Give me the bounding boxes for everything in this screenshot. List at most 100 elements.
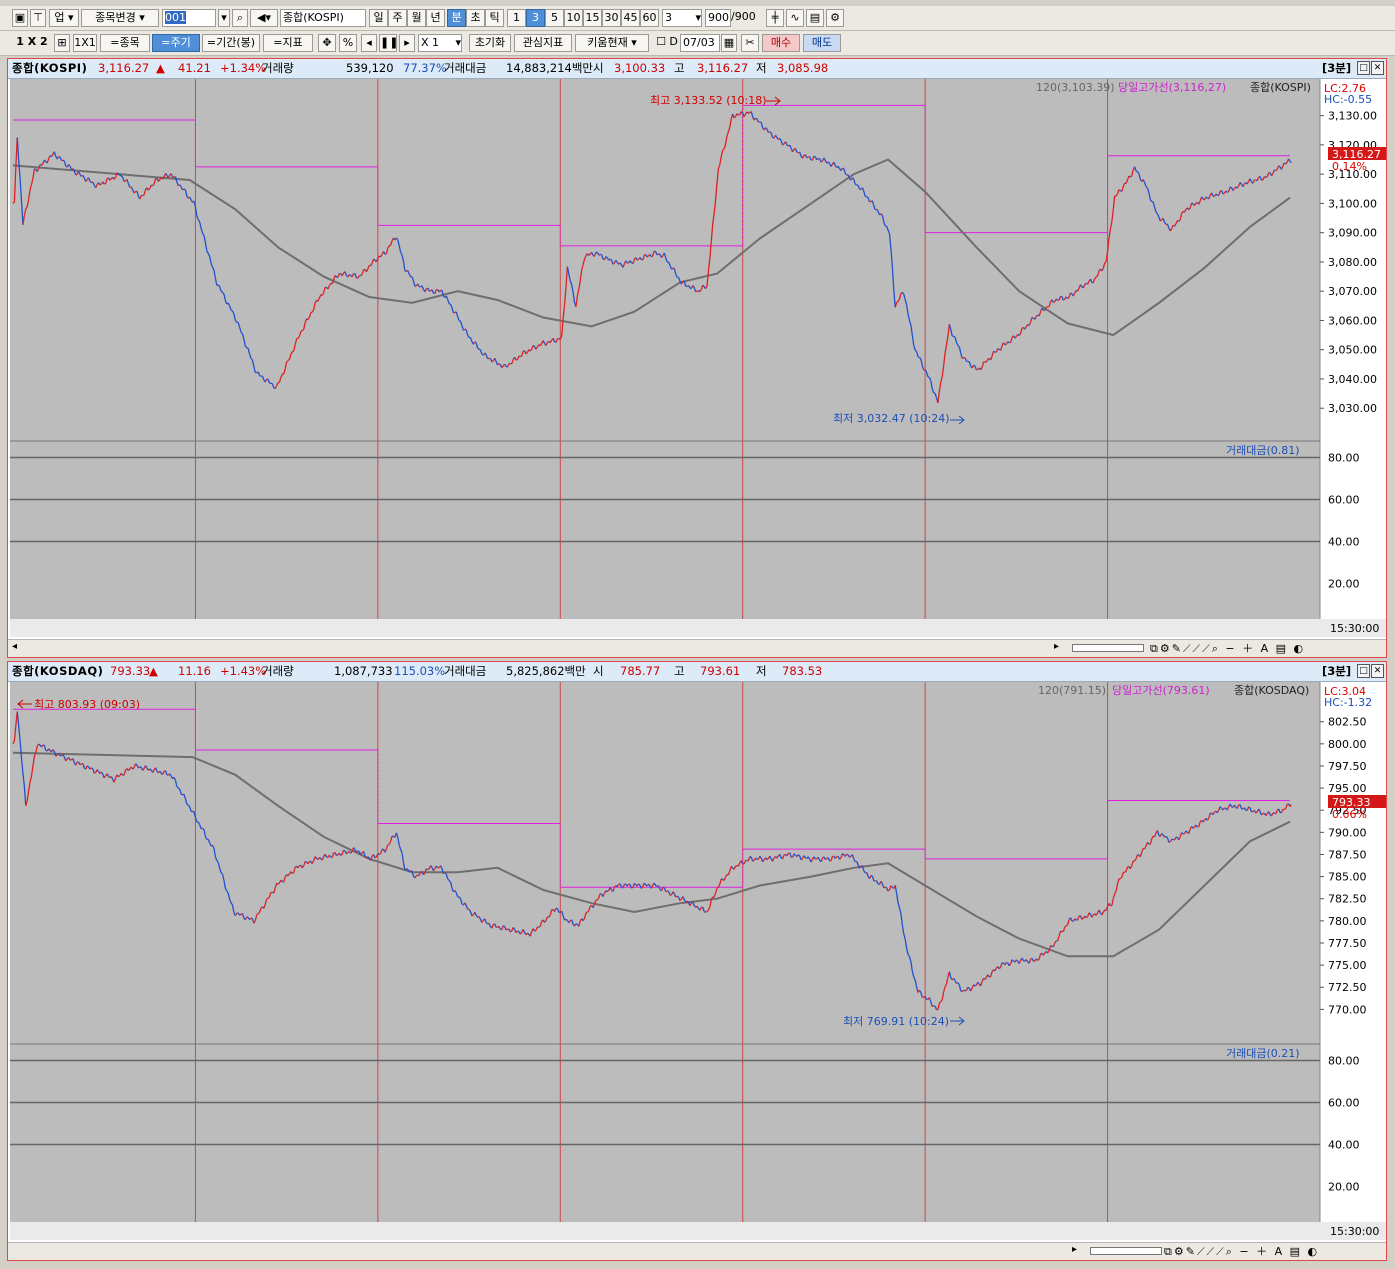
y-axis-tick-label: 3,130.00 (1328, 110, 1377, 123)
kospi-low: 3,085.98 (777, 61, 829, 75)
kospi-scroll-bar[interactable]: ◂ ▸ ⧉⚙✎⟋⟋⟋⌕ − ＋ A ▤ ◐ (8, 639, 1386, 657)
kiwoom-current-select[interactable]: 키움현재 ▾ (575, 34, 649, 52)
reset-button[interactable]: 초기화 (469, 34, 511, 52)
price-segment (870, 874, 873, 877)
kospi-legend-name: 종합(KOSPI) (1250, 81, 1311, 94)
search-icon[interactable]: ⌕ (232, 9, 248, 27)
kosdaq-chart-area[interactable]: 802.50800.00797.50795.00792.50790.00787.… (10, 682, 1386, 1240)
candle-icon[interactable]: ╪ (766, 9, 784, 27)
pin-icon[interactable]: ⊤ (30, 9, 46, 27)
tools-icon[interactable]: ✂ (741, 34, 759, 52)
buy-button[interactable]: 매수 (762, 34, 800, 52)
bar-count-input[interactable]: 900 (705, 9, 731, 27)
kospi-chart-panel: 종합(KOSPI) 3,116.27 ▲ 41.21 +1.34% 거래량 53… (7, 58, 1387, 658)
minute-45-button[interactable]: 45 (621, 9, 640, 27)
price-segment (1001, 962, 1004, 964)
price-segment (1137, 854, 1140, 856)
kosdaq-drawing-tools-icon[interactable]: ⧉⚙✎⟋⟋⟋⌕ − ＋ A ▤ ◐ (1164, 1243, 1319, 1259)
price-segment (631, 886, 634, 889)
price-segment (1067, 296, 1070, 299)
stock-change-select[interactable]: 종목변경 ▾ (81, 9, 159, 27)
price-segment (1004, 343, 1007, 346)
kospi-drawing-tools-icon[interactable]: ⧉⚙✎⟋⟋⟋⌕ − ＋ A ▤ ◐ (1150, 640, 1305, 656)
kospi-sub-legend: 거래대금(0.81) (1226, 444, 1300, 457)
minute-10-button[interactable]: 10 (564, 9, 583, 27)
tab-year[interactable]: 년 (426, 9, 445, 27)
minute-select[interactable]: 3 ▾ (662, 9, 702, 27)
code-dropdown-icon[interactable]: ▾ (218, 9, 230, 27)
tab-week[interactable]: 주 (388, 9, 407, 27)
price-segment (1124, 870, 1127, 873)
sub-axis-tick-label: 60.00 (1328, 494, 1360, 507)
kosdaq-scroll-right-icon[interactable]: ▸ (1072, 1244, 1077, 1255)
y-axis-tick-label: 3,040.00 (1328, 373, 1377, 386)
kosdaq-volume-pct: 115.03% (394, 664, 446, 678)
crosshair-icon[interactable]: ✥ (318, 34, 336, 52)
date-checkbox[interactable]: ☐ D (654, 34, 680, 52)
minute-3-button[interactable]: 3 (526, 9, 545, 27)
kosdaq-legend-high-line: 당일고가선(793.61) (1112, 683, 1210, 697)
indicator-sync-button[interactable]: =지표 (263, 34, 313, 52)
gear-icon[interactable]: ⚙ (826, 9, 844, 27)
tab-second[interactable]: 초 (466, 9, 485, 27)
price-segment (1135, 170, 1138, 173)
calendar-icon[interactable]: ▦ (721, 34, 737, 52)
sell-button[interactable]: 매도 (803, 34, 841, 52)
price-segment (997, 348, 1000, 350)
layout-label[interactable]: 1 X 2 (12, 34, 52, 52)
tab-month[interactable]: 월 (407, 9, 426, 27)
price-segment (1053, 301, 1056, 304)
kospi-plot-background (10, 79, 1320, 619)
price-segment (1031, 316, 1034, 319)
kospi-maximize-icon[interactable]: □ (1357, 61, 1370, 75)
save-icon[interactable]: ▤ (806, 9, 824, 27)
price-segment (658, 253, 661, 256)
price-segment (1055, 298, 1059, 301)
minute-30-button[interactable]: 30 (602, 9, 621, 27)
kosdaq-sub-legend: 거래대금(0.21) (1226, 1047, 1300, 1060)
grid-layout-icon[interactable]: ⊞ (54, 34, 70, 52)
period-sync-button[interactable]: =주기 (152, 34, 200, 52)
market-select[interactable]: 업 ▾ (49, 9, 79, 27)
date-input[interactable]: 07/03 (680, 34, 720, 52)
range-sync-button[interactable]: =기간(봉) (202, 34, 260, 52)
kosdaq-scroll-bar[interactable]: ▸ ⧉⚙✎⟋⟋⟋⌕ − ＋ A ▤ ◐ (8, 1242, 1386, 1260)
minute-60-button[interactable]: 60 (640, 9, 659, 27)
code-value: 001 (165, 11, 186, 24)
minute-5-button[interactable]: 5 (545, 9, 564, 27)
window-icon[interactable]: ▣ (12, 9, 28, 27)
price-segment (538, 925, 541, 928)
price-segment (585, 911, 588, 914)
price-segment (1175, 836, 1178, 839)
price-segment (653, 250, 657, 253)
code-input[interactable]: 001 (162, 9, 216, 27)
kospi-scroll-thumb[interactable] (1072, 644, 1144, 652)
index-name-field[interactable]: 종합(KOSPI) (280, 9, 366, 27)
kospi-chart-area[interactable]: 3,130.003,120.003,110.003,100.003,090.00… (10, 79, 1386, 637)
sub-axis-tick-label: 80.00 (1328, 452, 1360, 465)
kospi-scroll-left-icon[interactable]: ◂ (12, 641, 17, 652)
minute-1-button[interactable]: 1 (507, 9, 526, 27)
y-axis-tick-label: 800.00 (1328, 738, 1367, 751)
kospi-volume: 539,120 (346, 61, 394, 75)
stock-sync-button[interactable]: =종목 (100, 34, 150, 52)
kosdaq-close-icon[interactable]: ✕ (1371, 664, 1384, 678)
pause-icon[interactable]: ❚❚ (379, 34, 397, 52)
percent-button[interactable]: % (339, 34, 357, 52)
speaker-icon[interactable]: ◀▾ (250, 9, 278, 27)
minute-15-button[interactable]: 15 (583, 9, 602, 27)
scroll-left-icon[interactable]: ◂ (361, 34, 377, 52)
tab-minute[interactable]: 분 (447, 9, 466, 27)
kosdaq-maximize-icon[interactable]: □ (1357, 664, 1370, 678)
kospi-close-icon[interactable]: ✕ (1371, 61, 1384, 75)
layout-1x1-button[interactable]: 1X1 (73, 34, 97, 52)
zoom-select[interactable]: X 1 ▾ (418, 34, 462, 52)
tab-tick[interactable]: 틱 (485, 9, 504, 27)
kosdaq-scroll-thumb[interactable] (1090, 1247, 1162, 1255)
price-segment (1251, 810, 1254, 813)
scroll-right-icon[interactable]: ▸ (399, 34, 415, 52)
watch-indicator-button[interactable]: 관심지표 (514, 34, 572, 52)
line-chart-icon[interactable]: ∿ (786, 9, 804, 27)
tab-day[interactable]: 일 (369, 9, 388, 27)
kospi-scroll-right-icon[interactable]: ▸ (1054, 641, 1059, 652)
